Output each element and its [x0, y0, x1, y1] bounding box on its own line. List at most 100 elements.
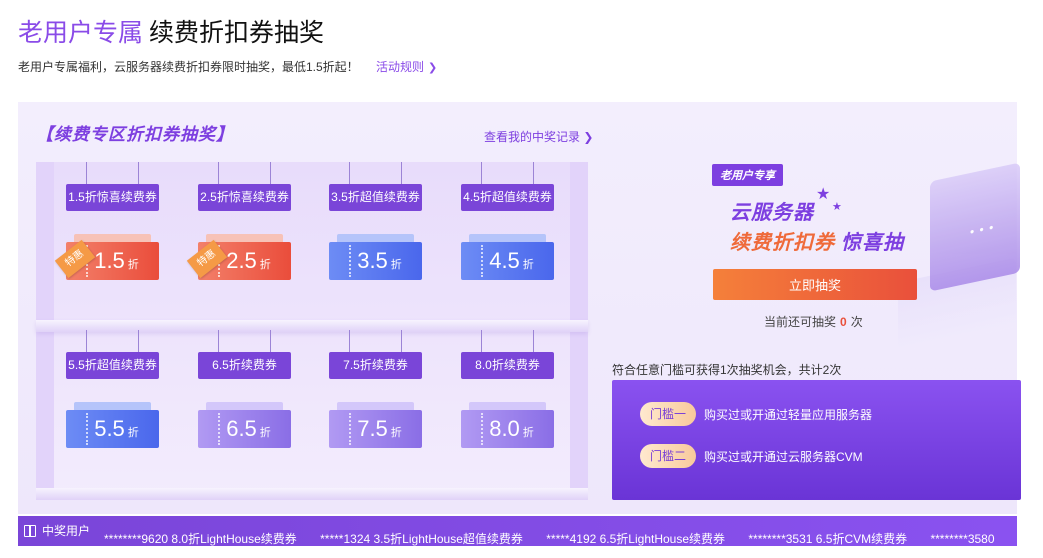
ticket-perforation [349, 245, 351, 277]
coupon-item: 8.0折续费券 8.0 折 [461, 330, 571, 480]
promo-headline-1: 云服务器 [730, 202, 814, 224]
ticket-perforation [218, 413, 220, 445]
page-header: 老用户专属 续费折扣券抽奖 [18, 16, 324, 50]
coupon-value: 1.5 [94, 248, 125, 273]
ticker-item: ********3580 [930, 532, 995, 546]
hanger-string [270, 162, 271, 184]
promo-headline-2: 续费折扣券 惊喜抽 [730, 226, 904, 255]
page-title-main: 续费折扣券抽奖 [149, 19, 325, 47]
coupon-label: 4.5折超值续费券 [461, 184, 554, 211]
ticker-items: ********9620 8.0折LightHouse续费券 *****1324… [104, 530, 1015, 546]
ticker-head: 中奖用户 [24, 522, 90, 539]
coupon-item: 5.5折超值续费券 5.5 折 [66, 330, 176, 480]
coupon-label: 1.5折惊喜续费券 [66, 184, 159, 211]
coupon-item: 6.5折续费券 6.5 折 [198, 330, 308, 480]
coupon-unit: 折 [127, 259, 139, 271]
star-icon: ★ [816, 186, 831, 203]
ticket-perforation [481, 413, 483, 445]
coupon-unit: 折 [522, 259, 534, 271]
coupon-ticket: 4.5 折 [461, 242, 554, 280]
activity-rules-label: 活动规则 [376, 60, 425, 74]
hanger-string [218, 330, 219, 352]
threshold-row: 门槛一 购买过或开通过轻量应用服务器 [640, 402, 872, 426]
coupon-unit: 折 [390, 427, 402, 439]
threshold-pill: 门槛二 [640, 444, 697, 468]
hanger-string [533, 162, 534, 184]
my-winning-records-link[interactable]: 查看我的中奖记录 ❯ [484, 128, 593, 145]
coupon-label: 3.5折超值续费券 [329, 184, 422, 211]
promo-headline-purple: 惊喜抽 [841, 232, 904, 254]
hanger-string [86, 162, 87, 184]
winners-ticker: 中奖用户 ********9620 8.0折LightHouse续费券 ****… [18, 516, 1017, 546]
coupon-item: 1.5折惊喜续费券 1.5 折特惠 [54, 162, 176, 312]
my-winning-records-label: 查看我的中奖记录 [484, 130, 581, 144]
threshold-text: 购买过或开通过轻量应用服务器 [704, 407, 873, 422]
threshold-intro: 符合任意门槛可获得1次抽奖机会，共计2次 [612, 363, 842, 377]
coupon-value: 2.5 [226, 248, 257, 273]
coupon-label: 5.5折超值续费券 [66, 352, 159, 379]
hanger-string [349, 162, 350, 184]
section-title: 【续费专区折扣券抽奖】 [36, 125, 234, 144]
star-icon: ★ [832, 201, 842, 213]
promo-tag: 老用户专享 [712, 164, 783, 186]
coupon-value: 6.5 [226, 416, 257, 441]
draw-now-button[interactable]: 立即抽奖 [713, 269, 917, 300]
hanger-string [481, 330, 482, 352]
coupon-unit: 折 [390, 259, 402, 271]
coupon-value: 5.5 [94, 416, 125, 441]
activity-rules-link[interactable]: 活动规则 ❯ [376, 60, 437, 74]
remaining-count: 0 [840, 315, 847, 329]
coupon-value: 4.5 [489, 248, 520, 273]
coupon-ticket: 5.5 折 [66, 410, 159, 448]
gift-icon [24, 525, 36, 537]
coupon-item: 2.5折惊喜续费券 2.5 折特惠 [186, 162, 308, 312]
ticker-item: ********9620 8.0折LightHouse续费券 [104, 532, 297, 546]
coupon-ticket: 7.5 折 [329, 410, 422, 448]
hanger-string [86, 330, 87, 352]
lottery-panel: 【续费专区折扣券抽奖】 查看我的中奖记录 ❯ 1.5折惊喜续费券 1.5 折特惠 2.… [18, 102, 1021, 514]
coupon-unit: 折 [127, 427, 139, 439]
remaining-suffix: 次 [850, 315, 863, 329]
ticker-item: *****1324 3.5折LightHouse超值续费券 [320, 532, 523, 546]
ticket-perforation [349, 413, 351, 445]
page-title: 老用户专属 续费折扣券抽奖 [18, 16, 324, 50]
coupon-label: 7.5折续费券 [329, 352, 422, 379]
coupon-item: 3.5折超值续费券 3.5 折 [329, 162, 439, 312]
coupon-ticket: 6.5 折 [198, 410, 291, 448]
hanger-string [401, 162, 402, 184]
page-subtitle: 老用户专属福利，云服务器续费折扣券限时抽奖，最低1.5折起！ 活动规则 ❯ [18, 58, 437, 75]
coupon-unit: 折 [522, 427, 534, 439]
hanger-string [481, 162, 482, 184]
coupon-label: 6.5折续费券 [198, 352, 291, 379]
threshold-box: 门槛一 购买过或开通过轻量应用服务器 门槛二 购买过或开通过云服务器CVM [612, 380, 1021, 500]
coupon-unit: 折 [259, 427, 271, 439]
coupon-item: 7.5折续费券 7.5 折 [329, 330, 439, 480]
server-illustration [930, 162, 1020, 292]
ticket-perforation [481, 245, 483, 277]
coupon-ticket: 8.0 折 [461, 410, 554, 448]
coupon-ticket: 3.5 折 [329, 242, 422, 280]
shelf-bottom [36, 488, 588, 500]
coupon-label: 8.0折续费券 [461, 352, 554, 379]
remaining-draws: 当前还可抽奖 0 次 [764, 313, 863, 330]
ticker-item: *****4192 6.5折LightHouse续费券 [546, 532, 726, 546]
coupon-value: 8.0 [489, 416, 520, 441]
chevron-right-icon: ❯ [583, 130, 594, 144]
hanger-string [138, 162, 139, 184]
remaining-prefix: 当前还可抽奖 [764, 315, 837, 329]
threshold-row: 门槛二 购买过或开通过云服务器CVM [640, 444, 863, 468]
coupon-item: 4.5折超值续费券 4.5 折 [461, 162, 571, 312]
chevron-right-icon: ❯ [428, 62, 438, 74]
coupon-label: 2.5折惊喜续费券 [198, 184, 291, 211]
hanger-string [533, 330, 534, 352]
ticker-item: ********3531 6.5折CVM续费券 [748, 532, 908, 546]
hanger-string [270, 330, 271, 352]
threshold-pill: 门槛一 [640, 402, 697, 426]
hanger-string [138, 330, 139, 352]
hanger-string [218, 162, 219, 184]
page-title-accent: 老用户专属 [18, 19, 144, 47]
subtitle-text: 老用户专属福利，云服务器续费折扣券限时抽奖，最低1.5折起！ [18, 60, 359, 74]
threshold-text: 购买过或开通过云服务器CVM [704, 449, 863, 464]
hanger-string [349, 330, 350, 352]
hanger-string [401, 330, 402, 352]
